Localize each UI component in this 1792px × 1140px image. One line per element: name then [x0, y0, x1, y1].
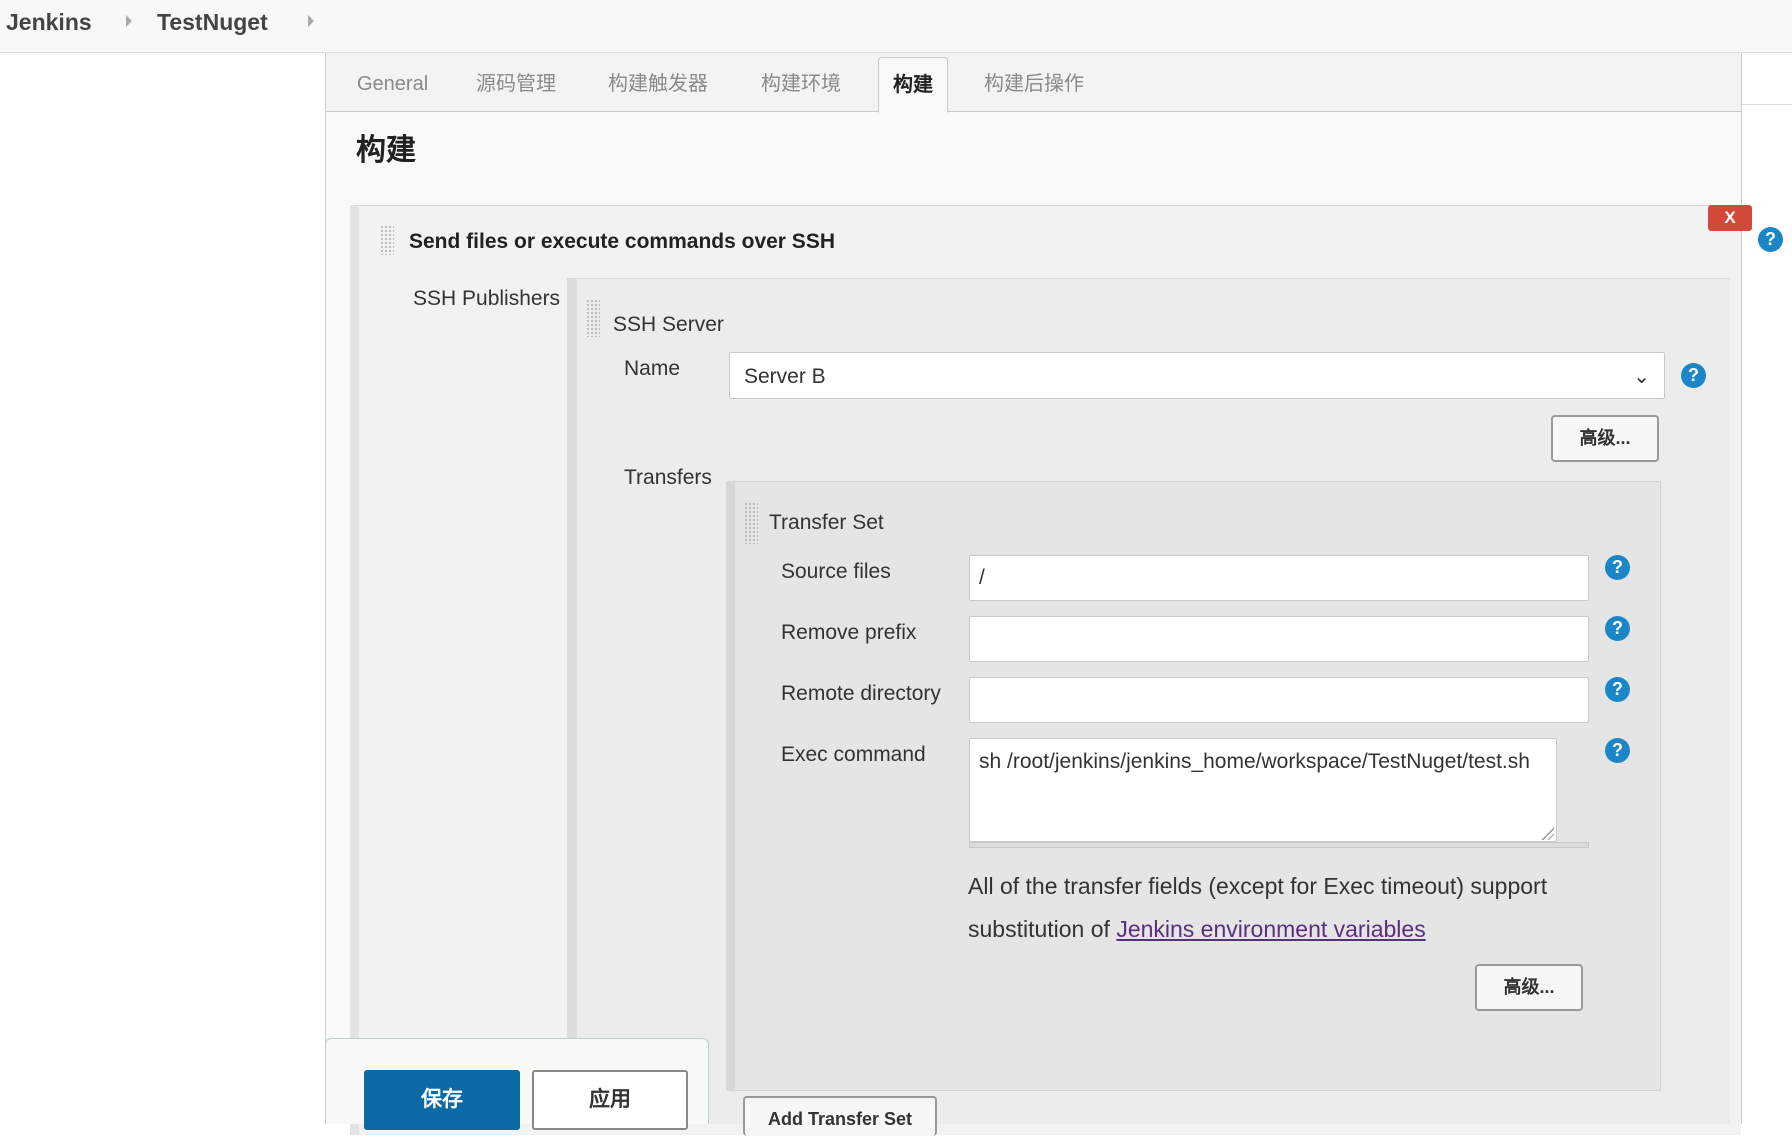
breadcrumb-testnuget[interactable]: TestNuget: [157, 10, 268, 34]
source-files-input[interactable]: /: [969, 555, 1589, 601]
remove-prefix-label: Remove prefix: [781, 621, 917, 644]
delete-step-button[interactable]: X: [1708, 205, 1752, 231]
tab-post-build-actions[interactable]: 构建后操作: [984, 72, 1084, 96]
transfers-label: Transfers: [624, 466, 712, 489]
env-variables-link[interactable]: Jenkins environment variables: [1116, 916, 1425, 942]
server-name-label: Name: [624, 357, 681, 380]
remote-directory-label: Remote directory: [781, 682, 941, 705]
exec-command-label: Exec command: [781, 743, 926, 766]
help-icon[interactable]: ?: [1758, 227, 1783, 252]
build-step-title: Send files or execute commands over SSH: [409, 230, 835, 253]
section-title: 构建: [356, 134, 416, 167]
tab-build[interactable]: 构建: [878, 57, 948, 113]
server-name-value: Server B: [744, 365, 826, 388]
server-name-select[interactable]: Server B ⌄: [729, 352, 1665, 399]
help-icon[interactable]: ?: [1605, 616, 1630, 641]
drag-handle-icon[interactable]: [380, 225, 394, 255]
breadcrumb-arrow-icon[interactable]: [126, 15, 132, 27]
tab-build-triggers[interactable]: 构建触发器: [608, 72, 708, 96]
transfer-info-text: All of the transfer fields (except for E…: [968, 865, 1618, 951]
config-panel: General 源码管理 构建触发器 构建环境 构建 构建后操作 构建 Send…: [325, 53, 1783, 1136]
apply-button[interactable]: 应用: [532, 1070, 688, 1130]
sidebar: [0, 53, 326, 1124]
transfer-advanced-button[interactable]: 高级...: [1475, 964, 1583, 1011]
remove-prefix-input[interactable]: [969, 616, 1589, 662]
add-transfer-set-button[interactable]: Add Transfer Set: [743, 1096, 937, 1136]
drag-handle-icon[interactable]: [744, 502, 758, 544]
help-icon[interactable]: ?: [1681, 363, 1706, 388]
resize-grip-icon[interactable]: [1540, 826, 1554, 840]
config-tabs: General 源码管理 构建触发器 构建环境 构建 构建后操作: [326, 53, 1741, 113]
tab-build-environment[interactable]: 构建环境: [761, 72, 841, 96]
tab-general[interactable]: General: [357, 72, 428, 96]
help-icon[interactable]: ?: [1605, 677, 1630, 702]
save-bar: 保存 应用: [325, 1038, 709, 1130]
transfer-set-title: Transfer Set: [769, 511, 884, 534]
exec-command-textarea[interactable]: sh /root/jenkins/jenkins_home/workspace/…: [969, 738, 1557, 842]
drag-handle-icon[interactable]: [586, 299, 600, 337]
breadcrumb-bar: Jenkins TestNuget: [0, 0, 1792, 53]
ssh-server-title: SSH Server: [613, 313, 724, 336]
tab-source-management[interactable]: 源码管理: [476, 72, 556, 96]
chevron-down-icon: ⌄: [1633, 366, 1650, 388]
save-button[interactable]: 保存: [364, 1070, 520, 1130]
help-icon[interactable]: ?: [1605, 738, 1630, 763]
breadcrumb-arrow-icon[interactable]: [308, 15, 314, 27]
source-files-label: Source files: [781, 560, 891, 583]
gutter-divider: [1741, 104, 1792, 105]
help-icon[interactable]: ?: [1605, 555, 1630, 580]
textarea-resize-bar[interactable]: [969, 842, 1589, 848]
server-advanced-button[interactable]: 高级...: [1551, 415, 1659, 462]
remote-directory-input[interactable]: [969, 677, 1589, 723]
breadcrumb-jenkins[interactable]: Jenkins: [6, 10, 92, 34]
ssh-publishers-label: SSH Publishers: [413, 287, 561, 310]
